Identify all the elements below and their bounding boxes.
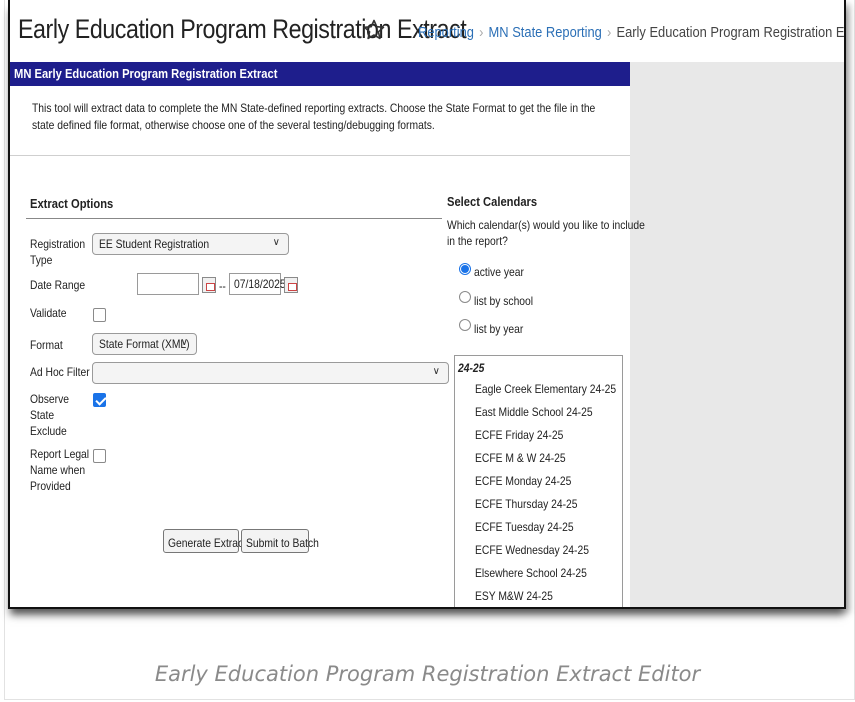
radio-list-by-year-label: list by year	[474, 322, 524, 336]
calendar-group-label: 24-25	[458, 361, 485, 375]
radio-list-by-year[interactable]	[459, 319, 471, 331]
calendar-list[interactable]: 24-25 Eagle Creek Elementary 24-25 East …	[454, 355, 623, 607]
radio-list-by-school[interactable]	[459, 291, 471, 303]
validate-label: Validate	[30, 306, 67, 320]
observe-state-exclude-label: Observe State Exclude	[30, 392, 70, 438]
section-divider	[26, 218, 442, 219]
breadcrumb: Reporting › MN State Reporting › Early Educa…	[418, 24, 845, 41]
extract-options-title: Extract Options	[30, 196, 114, 211]
calendar-icon[interactable]	[284, 277, 298, 293]
calendar-list-item[interactable]: ECFE Thursday 24-25	[475, 495, 594, 513]
chevron-right-icon: ›	[479, 24, 484, 41]
report-legal-name-checkbox[interactable]	[93, 449, 106, 463]
select-calendars-title: Select Calendars	[447, 194, 538, 209]
description-text: This tool will extract data to complete …	[32, 101, 596, 132]
date-range-label: Date Range	[30, 278, 86, 292]
description-box: This tool will extract data to complete …	[10, 86, 630, 156]
calendar-list-item[interactable]: ECFE Friday 24-25	[475, 426, 578, 444]
calendar-icon[interactable]	[202, 277, 216, 293]
format-select[interactable]: State Format (XML) ∨	[92, 333, 197, 355]
registration-type-label: Registration Type	[30, 237, 86, 267]
submit-to-batch-button[interactable]: Submit to Batch	[241, 529, 319, 553]
calendar-list-item[interactable]: ESY M&W 24-25	[475, 587, 565, 605]
observe-state-exclude-checkbox[interactable]	[93, 393, 106, 407]
chevron-down-icon: ∨	[432, 366, 440, 377]
ad-hoc-filter-select[interactable]: ∨	[92, 362, 449, 384]
calendar-list-item[interactable]: ECFE Wednesday 24-25	[475, 541, 608, 559]
radio-list-by-school-label: list by school	[474, 294, 534, 308]
format-label: Format	[30, 338, 63, 352]
validate-checkbox[interactable]	[93, 308, 106, 322]
panel-header: MN Early Education Program Registration …	[10, 62, 630, 86]
calendar-list-item[interactable]: ECFE M & W 24-25	[475, 449, 580, 467]
registration-type-select[interactable]: EE Student Registration ∨	[92, 233, 289, 255]
calendar-list-item[interactable]: East Middle School 24-25	[475, 403, 612, 421]
calendar-list-item[interactable]: Elsewhere School 24-25	[475, 564, 605, 582]
date-range-separator: --	[219, 279, 226, 293]
radio-active-year[interactable]	[459, 263, 471, 275]
top-bar: Early Education Program Registration Ext…	[10, 0, 844, 64]
figure-caption: Early Education Program Registration Ext…	[154, 662, 701, 686]
calendars-prompt: Which calendar(s) would you like to incl…	[447, 218, 645, 248]
chevron-down-icon: ∨	[272, 237, 280, 248]
breadcrumb-current: Early Education Program Registration Ext…	[616, 24, 845, 41]
radio-active-year-label: active year	[474, 265, 524, 279]
calendar-list-item[interactable]: ECFE Tuesday 24-25	[475, 518, 590, 536]
calendar-list-item[interactable]: ECFE Monday 24-25	[475, 472, 587, 490]
page-title: Early Education Program Registration Ext…	[18, 14, 467, 44]
generate-extract-button[interactable]: Generate Extract	[163, 529, 246, 553]
date-range-start-input[interactable]	[137, 273, 199, 295]
breadcrumb-mn-state-reporting[interactable]: MN State Reporting	[489, 24, 602, 41]
chevron-right-icon: ›	[607, 24, 612, 41]
date-range-end-input[interactable]: 07/18/2025	[229, 273, 286, 295]
star-icon[interactable]	[362, 18, 386, 42]
ad-hoc-filter-label: Ad Hoc Filter	[30, 365, 90, 379]
screenshot: Early Education Program Registration Ext…	[8, 0, 846, 609]
calendar-list-item[interactable]: Eagle Creek Elementary 24-25	[475, 380, 622, 398]
breadcrumb-reporting[interactable]: Reporting	[418, 24, 474, 41]
background-area	[630, 62, 844, 607]
panel-title: MN Early Education Program Registration …	[14, 66, 278, 81]
report-legal-name-label: Report Legal Name when Provided	[30, 447, 90, 493]
chevron-down-icon: ∨	[180, 337, 188, 348]
